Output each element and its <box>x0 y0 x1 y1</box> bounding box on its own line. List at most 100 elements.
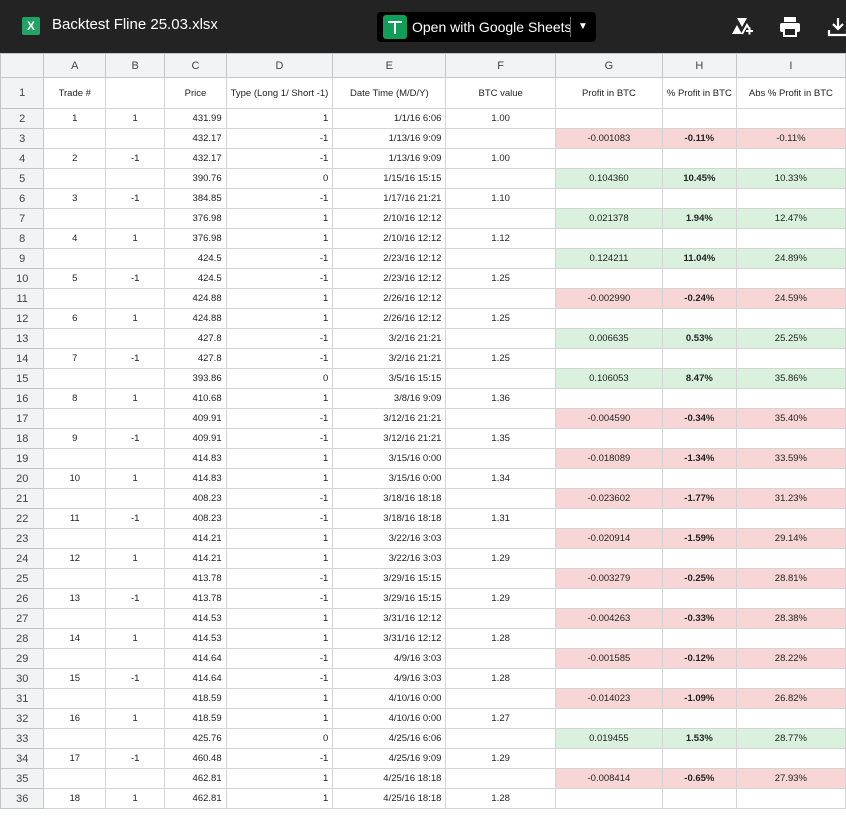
btc-value-cell[interactable]: 1.25 <box>445 348 556 369</box>
abs-pct-cell[interactable] <box>735 388 846 409</box>
pct-profit-cell[interactable]: -0.33% <box>661 608 737 629</box>
profit-btc-cell[interactable]: -0.023602 <box>554 488 663 509</box>
pct-profit-cell[interactable] <box>661 188 737 209</box>
price-cell[interactable]: 424.5 <box>164 248 227 269</box>
row-header[interactable]: 24 <box>0 548 45 569</box>
price-cell[interactable]: 424.88 <box>164 308 227 329</box>
datetime-cell[interactable]: 3/15/16 0:00 <box>332 448 447 469</box>
direction-cell[interactable]: 1 <box>105 548 166 569</box>
direction-cell[interactable]: 1 <box>105 228 166 249</box>
row-header[interactable]: 34 <box>0 748 45 769</box>
row-header[interactable]: 16 <box>0 388 45 409</box>
type-cell[interactable]: -1 <box>225 668 334 689</box>
trade-number-cell[interactable]: 15 <box>43 668 107 689</box>
column-header-f[interactable]: F <box>445 53 556 78</box>
type-cell[interactable]: 1 <box>225 708 334 729</box>
type-cell[interactable]: 1 <box>225 468 334 489</box>
trade-number-cell[interactable] <box>43 568 107 589</box>
price-cell[interactable]: 384.85 <box>164 188 227 209</box>
datetime-cell[interactable]: 3/31/16 12:12 <box>332 628 447 649</box>
type-cell[interactable]: 1 <box>225 388 334 409</box>
direction-cell[interactable]: -1 <box>105 668 166 689</box>
btc-value-cell[interactable]: 1.29 <box>445 548 556 569</box>
btc-value-cell[interactable]: 1.35 <box>445 428 556 449</box>
price-cell[interactable]: 376.98 <box>164 228 227 249</box>
abs-pct-cell[interactable] <box>735 468 846 489</box>
btc-value-cell[interactable]: 1.12 <box>445 228 556 249</box>
price-cell[interactable]: 414.83 <box>164 448 227 469</box>
pct-profit-cell[interactable] <box>661 228 737 249</box>
pct-profit-cell[interactable] <box>661 108 737 129</box>
trade-number-cell[interactable] <box>43 488 107 509</box>
pct-profit-cell[interactable] <box>661 668 737 689</box>
pct-profit-cell[interactable] <box>661 428 737 449</box>
pct-profit-cell[interactable]: -0.25% <box>661 568 737 589</box>
price-cell[interactable]: 414.21 <box>164 548 227 569</box>
row-header[interactable]: 17 <box>0 408 45 429</box>
profit-btc-cell[interactable] <box>554 628 663 649</box>
row-header[interactable]: 26 <box>0 588 45 609</box>
btc-value-cell[interactable]: 1.27 <box>445 708 556 729</box>
row-header[interactable]: 5 <box>0 168 45 189</box>
price-cell[interactable]: 424.5 <box>164 268 227 289</box>
trade-number-cell[interactable]: 11 <box>43 508 107 529</box>
pct-profit-cell[interactable]: -0.65% <box>661 768 737 789</box>
datetime-cell[interactable]: 3/18/16 18:18 <box>332 508 447 529</box>
row-header[interactable]: 21 <box>0 488 45 509</box>
trade-number-cell[interactable]: 4 <box>43 228 107 249</box>
column-header-e[interactable]: E <box>332 53 447 78</box>
type-cell[interactable]: 1 <box>225 208 334 229</box>
direction-cell[interactable] <box>105 648 166 669</box>
btc-value-cell[interactable]: 1.29 <box>445 588 556 609</box>
row-header[interactable]: 14 <box>0 348 45 369</box>
btc-value-cell[interactable] <box>445 408 556 429</box>
profit-btc-cell[interactable]: 0.106053 <box>554 368 663 389</box>
row-header[interactable]: 35 <box>0 768 45 789</box>
profit-btc-cell[interactable]: -0.002990 <box>554 288 663 309</box>
btc-value-cell[interactable]: 1.25 <box>445 308 556 329</box>
abs-pct-cell[interactable]: 24.59% <box>735 288 846 309</box>
datetime-cell[interactable]: 3/22/16 3:03 <box>332 548 447 569</box>
btc-value-cell[interactable] <box>445 288 556 309</box>
profit-btc-cell[interactable] <box>554 708 663 729</box>
type-cell[interactable]: 0 <box>225 728 334 749</box>
direction-cell[interactable] <box>105 448 166 469</box>
direction-cell[interactable]: -1 <box>105 508 166 529</box>
price-cell[interactable]: 414.53 <box>164 628 227 649</box>
pct-profit-cell[interactable] <box>661 268 737 289</box>
datetime-cell[interactable]: 4/25/16 18:18 <box>332 768 447 789</box>
btc-value-cell[interactable] <box>445 528 556 549</box>
row-header[interactable]: 23 <box>0 528 45 549</box>
datetime-cell[interactable]: 3/12/16 21:21 <box>332 408 447 429</box>
datetime-cell[interactable]: 3/29/16 15:15 <box>332 588 447 609</box>
btc-value-cell[interactable]: 1.10 <box>445 188 556 209</box>
profit-btc-cell[interactable]: -0.004590 <box>554 408 663 429</box>
abs-pct-cell[interactable] <box>735 508 846 529</box>
datetime-cell[interactable]: 3/15/16 0:00 <box>332 468 447 489</box>
pct-profit-cell[interactable]: -0.12% <box>661 648 737 669</box>
profit-btc-cell[interactable]: 0.019455 <box>554 728 663 749</box>
datetime-cell[interactable]: 4/25/16 6:06 <box>332 728 447 749</box>
pct-profit-cell[interactable]: -1.09% <box>661 688 737 709</box>
btc-value-cell[interactable]: 1.28 <box>445 668 556 689</box>
column-header-i[interactable]: I <box>735 53 846 78</box>
type-cell[interactable]: -1 <box>225 248 334 269</box>
pct-profit-cell[interactable] <box>661 748 737 769</box>
header-btc-value[interactable]: BTC value <box>445 77 556 109</box>
price-cell[interactable]: 418.59 <box>164 688 227 709</box>
trade-number-cell[interactable]: 13 <box>43 588 107 609</box>
pct-profit-cell[interactable] <box>661 708 737 729</box>
profit-btc-cell[interactable] <box>554 508 663 529</box>
price-cell[interactable]: 410.68 <box>164 388 227 409</box>
header-abs-pct[interactable]: Abs % Profit in BTC <box>735 77 846 109</box>
trade-number-cell[interactable]: 12 <box>43 548 107 569</box>
profit-btc-cell[interactable]: 0.124211 <box>554 248 663 269</box>
type-cell[interactable]: 1 <box>225 688 334 709</box>
profit-btc-cell[interactable] <box>554 268 663 289</box>
direction-cell[interactable] <box>105 488 166 509</box>
datetime-cell[interactable]: 4/9/16 3:03 <box>332 668 447 689</box>
type-cell[interactable]: -1 <box>225 588 334 609</box>
profit-btc-cell[interactable] <box>554 668 663 689</box>
profit-btc-cell[interactable]: -0.004263 <box>554 608 663 629</box>
datetime-cell[interactable]: 4/25/16 9:09 <box>332 748 447 769</box>
